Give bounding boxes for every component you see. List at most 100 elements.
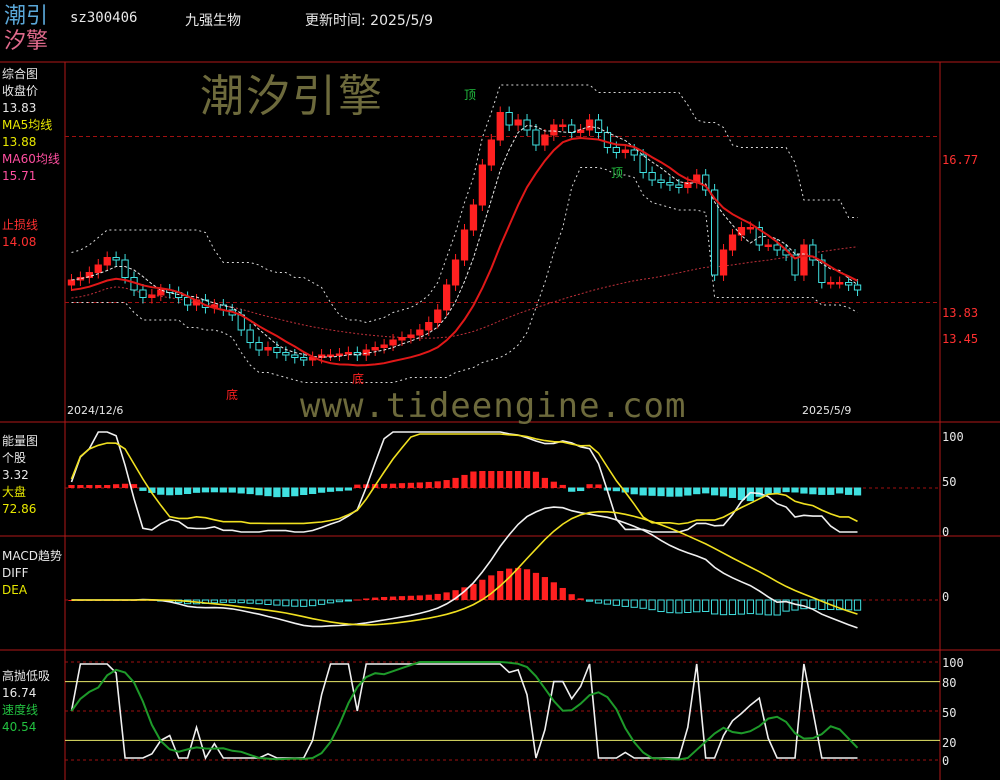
macd-bar-down: [764, 599, 772, 616]
energy-bar-down: [246, 487, 254, 495]
macd-bar-up: [407, 595, 415, 600]
candle: [103, 257, 111, 266]
candle: [460, 229, 469, 261]
macd-bar-down: [300, 599, 308, 607]
candle: [335, 353, 344, 356]
candle: [451, 259, 460, 286]
macd-bar-up: [488, 575, 495, 600]
macd-bar-down: [326, 599, 335, 604]
energy-axis-50: 50: [942, 475, 957, 489]
energy-bar-up: [380, 483, 388, 488]
energy-bar-up: [398, 483, 406, 488]
macd-bar-down: [344, 599, 353, 602]
candle: [648, 172, 656, 181]
candle: [853, 284, 862, 291]
energy-axis-0: 0: [942, 525, 950, 539]
candle: [800, 244, 808, 276]
candle: [845, 282, 853, 286]
candle: [112, 257, 120, 261]
macd-bar-down: [755, 599, 763, 615]
energy-bar-up: [95, 485, 102, 488]
energy-bar-up: [514, 471, 522, 488]
macd-bar-up: [354, 599, 361, 601]
macd-bar-down: [585, 599, 594, 602]
energy-bar-down: [764, 487, 772, 495]
energy-bar-up: [113, 484, 120, 488]
channel-upper-line: [71, 84, 858, 324]
osc-speed-value: 40.54: [2, 720, 37, 734]
macd-bar-down: [737, 599, 746, 615]
main-panel-title: 综合图: [2, 67, 39, 81]
energy-bar-down: [630, 487, 638, 495]
candle: [416, 329, 424, 336]
close-label: 收盘价: [2, 84, 39, 98]
macd-bar-down: [219, 599, 227, 603]
candle: [666, 182, 674, 186]
energy-market-label: 大盘: [2, 485, 27, 499]
energy-bar-up: [461, 474, 468, 488]
macd-panel-legend: MACD趋势 DIFF DEA: [2, 548, 62, 599]
energy-bar-up: [506, 471, 513, 488]
energy-bar-down: [657, 487, 665, 497]
energy-axis-100: 100: [942, 430, 964, 444]
candle: [621, 149, 630, 153]
macd-bar-up: [559, 587, 566, 600]
candle: [764, 244, 772, 247]
energy-bar-up: [121, 483, 129, 488]
candle: [559, 124, 567, 127]
energy-bar-down: [326, 487, 335, 492]
candle: [836, 282, 844, 285]
energy-bar-down: [192, 487, 201, 493]
energy-bar-down: [639, 487, 647, 496]
energy-bar-down: [309, 487, 317, 495]
stop-loss-label: 止损线: [2, 218, 39, 232]
macd-bar-down: [728, 599, 737, 616]
energy-bar-up: [479, 471, 486, 488]
macd-bar-down: [666, 599, 674, 614]
annotation-top-1: 顶: [464, 88, 477, 102]
energy-bar-down: [809, 487, 817, 495]
ma5-value: 13.88: [2, 135, 37, 149]
macd-bar-up: [372, 597, 379, 600]
energy-bar-down: [710, 487, 719, 496]
candle: [264, 347, 272, 351]
energy-bar-down: [576, 487, 585, 492]
energy-bar-down: [827, 487, 835, 495]
energy-bar-down: [782, 487, 790, 493]
annotation-top-2: 顶: [611, 166, 624, 180]
macd-diff-line: [71, 506, 858, 629]
macd-bar-up: [506, 568, 513, 600]
energy-bar-down: [291, 487, 299, 497]
energy-bar-down: [201, 487, 210, 493]
stop-loss-legend: 止损线 14.08: [2, 217, 38, 251]
energy-bar-down: [237, 487, 245, 494]
macd-bar-up: [470, 584, 477, 600]
energy-bar-up: [532, 471, 540, 488]
macd-bar-up: [434, 593, 441, 600]
candle: [737, 227, 746, 236]
macd-bar-down: [639, 599, 647, 609]
candle: [487, 139, 496, 166]
energy-bar-down: [175, 487, 183, 495]
candle: [148, 294, 156, 298]
ma60-value: 15.71: [2, 169, 37, 183]
macd-bar-up: [568, 594, 575, 600]
energy-bar-up: [434, 481, 441, 488]
candle: [550, 124, 558, 136]
candle: [282, 352, 290, 356]
energy-bar-down: [791, 487, 799, 493]
macd-bar-up: [380, 596, 388, 600]
macd-dea-label: DEA: [2, 583, 28, 597]
energy-bar-up: [425, 481, 432, 488]
energy-bar-down: [219, 487, 227, 493]
macd-bar-down: [710, 599, 719, 615]
energy-bar-down: [755, 487, 763, 497]
energy-bar-down: [728, 487, 737, 498]
macd-bar-down: [719, 599, 728, 616]
main-panel-legend: 综合图 收盘价 13.83 MA5均线 13.88 MA60均线 15.71: [2, 66, 60, 185]
energy-bar-down: [139, 487, 147, 491]
energy-bar-down: [675, 487, 683, 497]
candle: [523, 119, 531, 131]
candle: [344, 352, 353, 355]
candle: [425, 322, 433, 331]
